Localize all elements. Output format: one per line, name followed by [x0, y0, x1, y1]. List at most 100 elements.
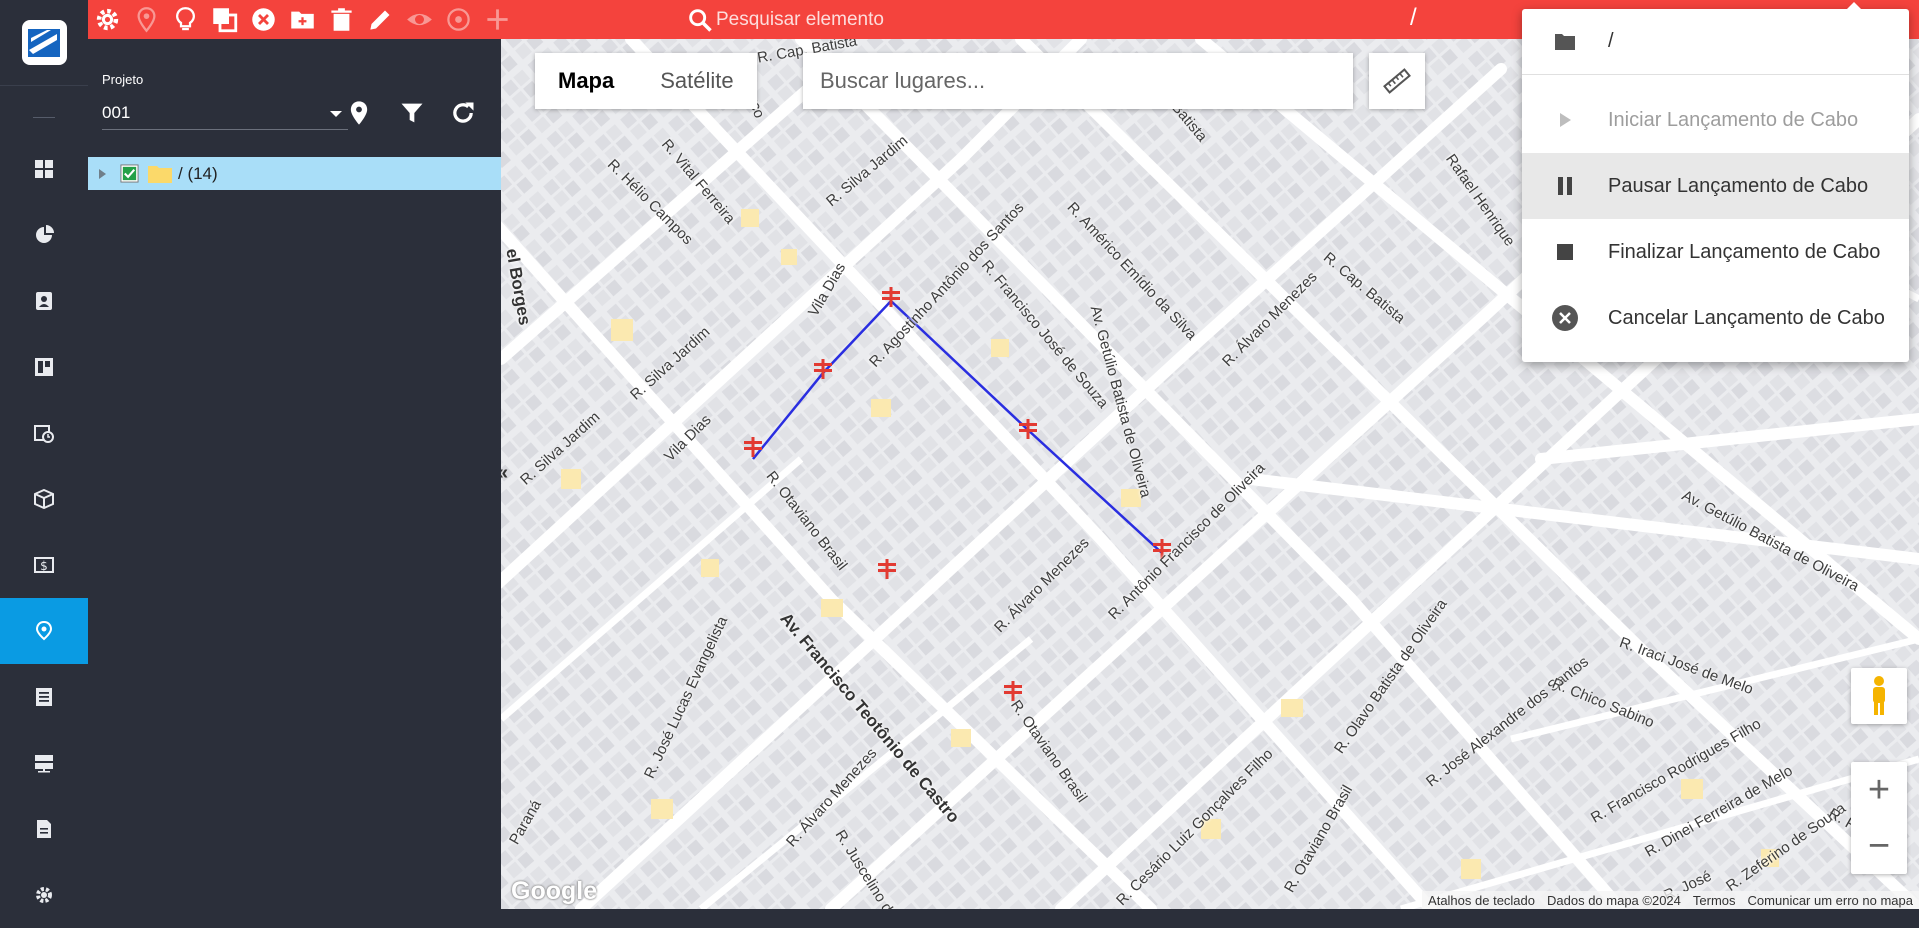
edit-button[interactable] [361, 0, 400, 39]
nav-separator [33, 117, 55, 118]
nav-documents[interactable] [0, 796, 88, 862]
menu-header-path: / [1608, 30, 1614, 52]
folder-add-icon [291, 11, 314, 29]
nav-reports[interactable] [0, 202, 88, 268]
cancel-button[interactable] [244, 0, 283, 39]
map-pin-icon [137, 7, 156, 33]
location-icon [447, 8, 470, 31]
nav-board[interactable] [0, 334, 88, 400]
measure-button[interactable] [1369, 53, 1425, 109]
trash-icon [331, 8, 352, 31]
google-logo: Google [511, 877, 598, 905]
expand-icon[interactable] [99, 168, 106, 179]
app-logo[interactable] [0, 0, 88, 86]
street-view-button[interactable] [1851, 668, 1907, 724]
filter-icon [401, 103, 423, 123]
pause-cable-launch-item[interactable]: Pausar Lançamento de Cabo [1522, 153, 1909, 219]
settings-icon [36, 887, 52, 903]
project-label: Projeto [102, 72, 144, 87]
nav-map[interactable] [0, 598, 88, 664]
start-cable-launch-label: Iniciar Lançamento de Cabo [1608, 108, 1859, 131]
checkbox-checked-icon[interactable] [120, 164, 139, 183]
terms-link[interactable]: Termos [1687, 893, 1742, 908]
dashboard-icon [35, 160, 53, 178]
cancel-icon [252, 8, 275, 31]
svg-text:$: $ [40, 559, 48, 573]
refresh-button[interactable] [447, 97, 479, 129]
zoom-control: + − [1851, 762, 1907, 874]
zoom-in-button[interactable]: + [1851, 762, 1907, 818]
nav-contacts[interactable] [0, 268, 88, 334]
pie-chart-icon [36, 225, 54, 243]
lightbulb-icon [176, 7, 195, 31]
places-search-input[interactable] [803, 53, 1353, 109]
money-icon: $ [34, 557, 54, 573]
finish-cable-launch-label: Finalizar Lançamento de Cabo [1608, 240, 1881, 263]
nav-servers[interactable] [0, 730, 88, 796]
copy-icon [213, 8, 238, 33]
zoom-out-button[interactable]: − [1851, 818, 1907, 874]
pencil-icon [370, 10, 390, 30]
pause-cable-launch-label: Pausar Lançamento de Cabo [1608, 174, 1869, 197]
nav-list[interactable] [0, 664, 88, 730]
tree-item-label: / (14) [178, 163, 218, 183]
ruler-icon [1383, 68, 1411, 94]
cancel-cable-launch-label: Cancelar Lançamento de Cabo [1608, 306, 1885, 329]
pause-icon [1558, 177, 1572, 195]
project-select[interactable]: 001 [102, 97, 348, 130]
folder-icon [148, 165, 172, 183]
keyboard-shortcuts-link[interactable]: Atalhos de teclado [1422, 893, 1541, 908]
stop-icon [1557, 244, 1573, 260]
map-type-map[interactable]: Mapa [535, 53, 637, 109]
map-marker-icon [350, 101, 368, 125]
document-icon [37, 820, 51, 838]
menu-header: / [1522, 9, 1909, 75]
gear-icon [96, 8, 119, 31]
element-search [686, 0, 1116, 39]
settings-button[interactable] [88, 0, 127, 39]
box-icon [34, 489, 54, 509]
delete-button[interactable] [322, 0, 361, 39]
add-folder-button[interactable] [283, 0, 322, 39]
copy-button[interactable] [205, 0, 244, 39]
nav-schedule[interactable] [0, 400, 88, 466]
map-type-control: Mapa Satélite [535, 53, 757, 109]
add-pin-button[interactable] [127, 0, 166, 39]
finish-cable-launch-item[interactable]: Finalizar Lançamento de Cabo [1522, 219, 1909, 285]
view-button[interactable] [400, 0, 439, 39]
map-data-text: Dados do mapa ©2024 [1547, 892, 1681, 908]
pegman-icon [1873, 676, 1885, 715]
start-cable-launch-item[interactable]: Iniciar Lançamento de Cabo [1522, 87, 1909, 153]
play-icon [1560, 113, 1571, 127]
report-error-link[interactable]: Comunicar um erro no mapa [1742, 893, 1919, 908]
nav-dashboard[interactable] [0, 136, 88, 202]
idea-button[interactable] [166, 0, 205, 39]
project-value: 001 [102, 103, 131, 122]
add-button[interactable] [478, 0, 517, 39]
contact-card-icon [36, 292, 52, 310]
project-panel: Projeto 001 / (14) [88, 39, 501, 909]
map-icon [35, 621, 53, 641]
folder-icon [1555, 33, 1575, 50]
chevron-down-icon [330, 111, 342, 117]
nav-inventory[interactable] [0, 466, 88, 532]
tree-item-root[interactable]: / (14) [88, 157, 501, 190]
calendar-clock-icon [34, 425, 54, 443]
server-icon [35, 755, 53, 773]
cancel-cable-launch-item[interactable]: Cancelar Lançamento de Cabo [1522, 285, 1909, 351]
map-attribution: Atalhos de teclado Dados do mapa ©2024 T… [1422, 891, 1919, 909]
search-icon [689, 8, 712, 32]
map-type-satellite[interactable]: Satélite [637, 53, 756, 109]
nav-finance[interactable]: $ [0, 532, 88, 598]
eye-icon [407, 13, 432, 26]
nav-settings[interactable] [0, 862, 88, 928]
collapse-panel-icon[interactable]: « [501, 462, 508, 485]
cable-launch-menu: / Iniciar Lançamento de Cabo Pausar Lanç… [1522, 2, 1909, 362]
locate-button[interactable] [439, 0, 478, 39]
locate-project-button[interactable] [343, 97, 375, 129]
filter-button[interactable] [396, 97, 428, 129]
list-icon [36, 688, 52, 706]
logo-icon [28, 28, 60, 57]
plus-icon [487, 9, 508, 30]
search-input[interactable] [716, 8, 1116, 31]
